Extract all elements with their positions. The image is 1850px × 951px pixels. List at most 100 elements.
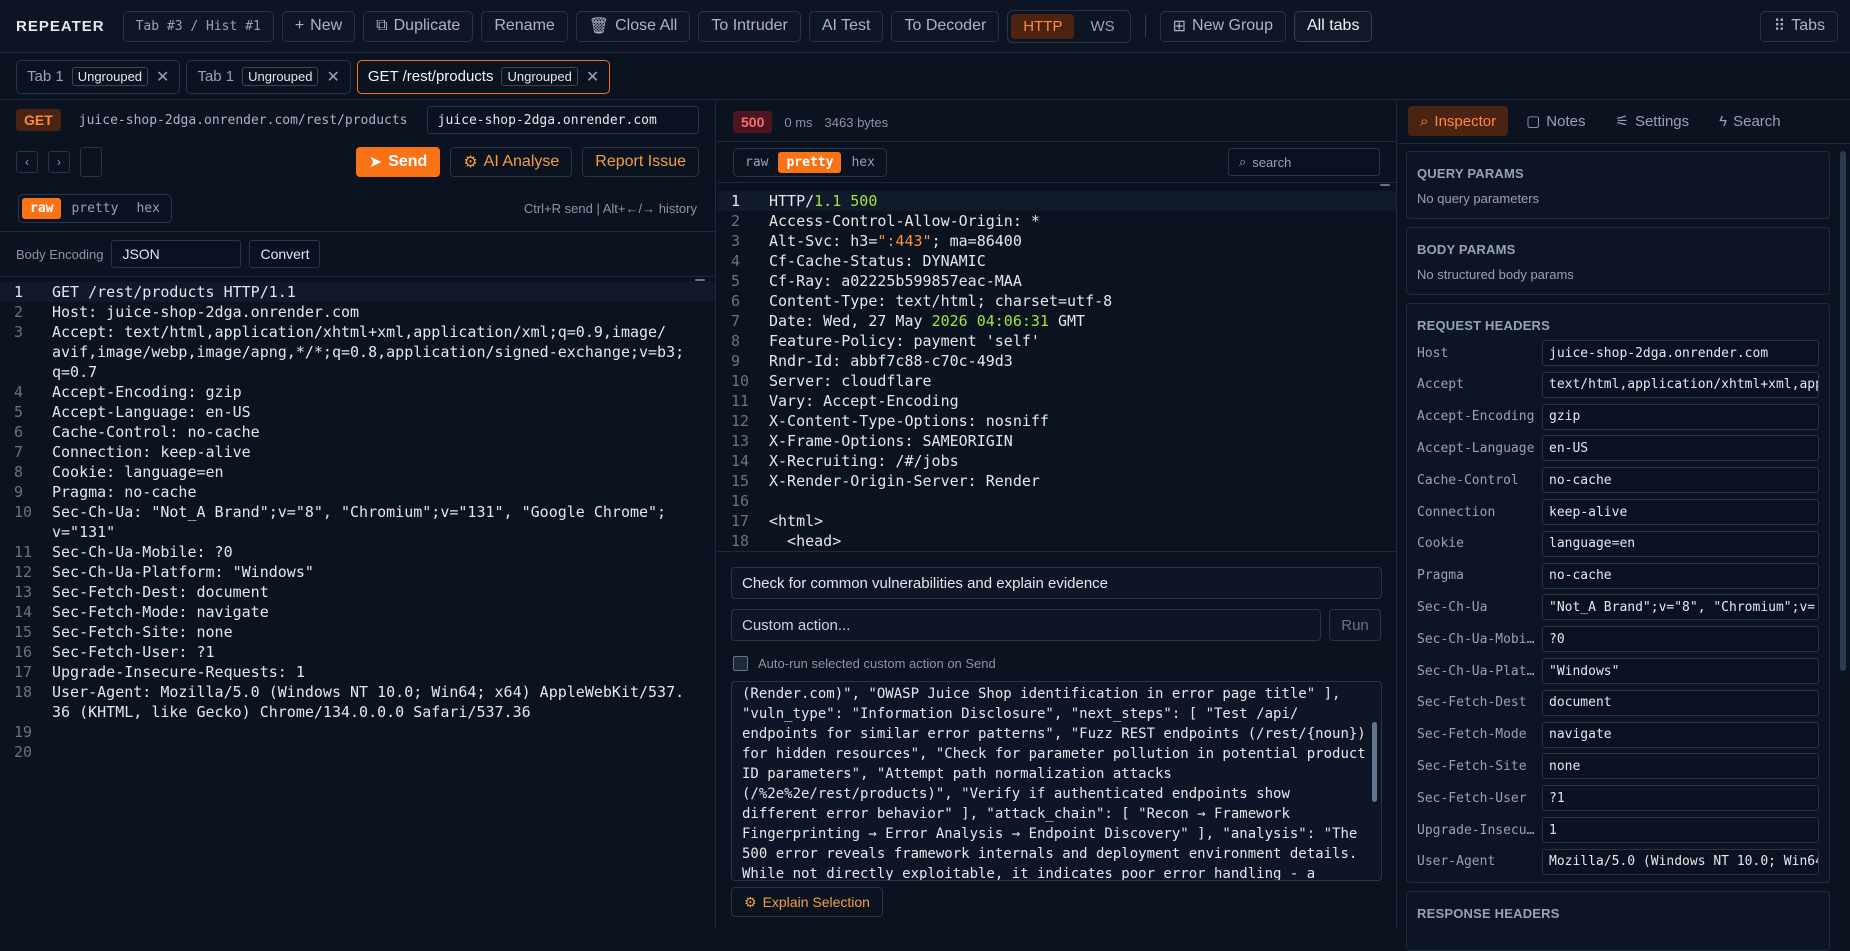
header-row: Accept-Languageen-US <box>1417 435 1819 461</box>
code-line: 12X-Content-Type-Options: nosniff <box>717 411 1396 431</box>
header-value-input[interactable]: "Windows" <box>1542 658 1819 684</box>
all-tabs-button[interactable]: All tabs <box>1294 11 1372 42</box>
header-value-input[interactable]: Mozilla/5.0 (Windows NT 10.0; Win64 <box>1542 849 1819 875</box>
scrollbar[interactable] <box>1372 722 1377 802</box>
header-value-input[interactable]: en-US <box>1542 435 1819 461</box>
request-tab-active[interactable]: GET /rest/products Ungrouped ✕ <box>357 60 610 94</box>
tab-settings[interactable]: ⚟Settings <box>1603 106 1701 136</box>
code-line: 18 <head> <box>717 531 1396 551</box>
header-value-input[interactable]: none <box>1542 753 1819 779</box>
ws-toggle[interactable]: WS <box>1078 14 1126 39</box>
line-text: Cookie: language=en <box>52 462 715 482</box>
line-number: 18 <box>0 682 52 702</box>
mode-pretty[interactable]: pretty <box>778 152 841 173</box>
convert-button[interactable]: Convert <box>249 240 320 268</box>
history-forward-button[interactable]: › <box>48 151 70 173</box>
line-number: 14 <box>717 451 769 471</box>
rename-button[interactable]: Rename <box>481 11 567 42</box>
scrollbar[interactable] <box>695 279 705 281</box>
header-value-input[interactable]: no-cache <box>1542 467 1819 493</box>
header-value-input[interactable]: keep-alive <box>1542 499 1819 525</box>
response-pane: 500 0 ms 3463 bytes raw pretty hex ⌕sear… <box>717 101 1397 928</box>
http-toggle[interactable]: HTTP <box>1011 14 1074 39</box>
note-icon: ▢ <box>1526 112 1540 130</box>
to-intruder-button[interactable]: To Intruder <box>698 11 800 42</box>
mode-raw[interactable]: raw <box>737 152 776 173</box>
send-button[interactable]: ➤Send <box>356 147 441 177</box>
header-value-input[interactable]: 1 <box>1542 817 1819 843</box>
header-value-input[interactable]: no-cache <box>1542 563 1819 589</box>
code-line: 11Vary: Accept-Encoding <box>717 391 1396 411</box>
response-search-input[interactable]: ⌕search <box>1228 148 1380 176</box>
line-text: X-Recruiting: /#/jobs <box>769 451 1396 471</box>
code-line: 13Sec-Fetch-Dest: document <box>0 582 715 602</box>
header-value-input[interactable]: "Not_A Brand";v="8", "Chromium";v= <box>1542 594 1819 620</box>
line-text: Sec-Fetch-User: ?1 <box>52 642 715 662</box>
close-all-button[interactable]: 🗑Close All <box>576 11 691 42</box>
explain-selection-button[interactable]: ⚙Explain Selection <box>731 887 883 917</box>
custom-action-input[interactable]: Custom action... <box>731 609 1321 641</box>
response-headers-section: RESPONSE HEADERS <box>1406 891 1830 951</box>
line-text: Date: Wed, 27 May 2026 04:06:31 GMT <box>769 311 1396 331</box>
ai-output[interactable]: (Render.com)", "OWASP Juice Shop identif… <box>731 681 1382 881</box>
line-text <box>52 722 715 742</box>
report-issue-button[interactable]: Report Issue <box>582 147 699 177</box>
header-name: Sec-Ch-Ua-Platf… <box>1417 664 1542 679</box>
tab-search[interactable]: ϟSearch <box>1707 106 1792 136</box>
line-number: 12 <box>0 562 52 582</box>
ai-prompt-select[interactable]: Check for common vulnerabilities and exp… <box>731 567 1382 599</box>
section-title: REQUEST HEADERS <box>1417 318 1829 333</box>
close-icon[interactable]: ✕ <box>156 67 169 87</box>
scrollbar[interactable] <box>1380 184 1390 186</box>
header-value-input[interactable]: text/html,application/xhtml+xml,app <box>1542 372 1819 398</box>
history-back-button[interactable]: ‹ <box>16 151 38 173</box>
to-decoder-button[interactable]: To Decoder <box>891 11 999 42</box>
tab-notes[interactable]: ▢Notes <box>1514 106 1597 136</box>
code-line: 5Cf-Ray: a02225b599857eac-MAA <box>717 271 1396 291</box>
header-value-input[interactable]: ?0 <box>1542 626 1819 652</box>
request-tab[interactable]: Tab 1 Ungrouped ✕ <box>186 60 350 94</box>
response-time: 0 ms <box>784 115 812 130</box>
request-editor[interactable]: 1GET /rest/products HTTP/1.12Host: juice… <box>0 282 715 762</box>
divider <box>1398 143 1850 144</box>
code-line: 9Pragma: no-cache <box>0 482 715 502</box>
line-number <box>0 342 52 362</box>
protocol-toggle: HTTP WS <box>1007 10 1130 43</box>
header-name: Sec-Fetch-User <box>1417 791 1542 806</box>
new-group-button[interactable]: ⊞New Group <box>1160 11 1286 42</box>
code-line: 2Access-Control-Allow-Origin: * <box>717 211 1396 231</box>
autorun-checkbox[interactable] <box>733 656 748 671</box>
code-line: 8Cookie: language=en <box>0 462 715 482</box>
new-button[interactable]: +New <box>282 11 355 42</box>
header-name: Accept <box>1417 377 1542 392</box>
duplicate-button[interactable]: ⧉Duplicate <box>363 11 473 42</box>
header-value-input[interactable]: navigate <box>1542 722 1819 748</box>
host-input[interactable]: juice-shop-2dga.onrender.com <box>427 106 699 134</box>
close-icon[interactable]: ✕ <box>326 67 339 87</box>
scrollbar[interactable] <box>1840 151 1846 671</box>
run-button[interactable]: Run <box>1329 609 1381 641</box>
mode-hex[interactable]: hex <box>128 198 167 219</box>
method-badge[interactable]: GET <box>16 109 61 131</box>
mode-raw[interactable]: raw <box>22 198 61 219</box>
header-value-input[interactable]: language=en <box>1542 531 1819 557</box>
request-tab[interactable]: Tab 1 Ungrouped ✕ <box>16 60 180 94</box>
ai-test-button[interactable]: AI Test <box>809 11 884 42</box>
line-number: 1 <box>0 282 52 302</box>
header-row: Sec-Ch-Ua-Mobile?0 <box>1417 626 1819 652</box>
ai-analyse-button[interactable]: ⚙AI Analyse <box>450 147 572 177</box>
request-tabs: Tab 1 Ungrouped ✕ Tab 1 Ungrouped ✕ GET … <box>0 54 1850 100</box>
header-value-input[interactable]: juice-shop-2dga.onrender.com <box>1542 340 1819 366</box>
header-value-input[interactable]: gzip <box>1542 404 1819 430</box>
mode-pretty[interactable]: pretty <box>63 198 126 219</box>
close-icon[interactable]: ✕ <box>586 67 599 87</box>
mode-hex[interactable]: hex <box>843 152 882 173</box>
header-name: Cookie <box>1417 536 1542 551</box>
tab-inspector[interactable]: ⌕Inspector <box>1408 106 1508 136</box>
header-row: Sec-Fetch-Sitenone <box>1417 753 1819 779</box>
header-value-input[interactable]: ?1 <box>1542 785 1819 811</box>
tabs-menu-button[interactable]: ⠿Tabs <box>1760 11 1838 42</box>
body-encoding-select[interactable]: JSON <box>111 240 241 268</box>
copy-icon: ⧉ <box>376 17 387 35</box>
header-value-input[interactable]: document <box>1542 690 1819 716</box>
